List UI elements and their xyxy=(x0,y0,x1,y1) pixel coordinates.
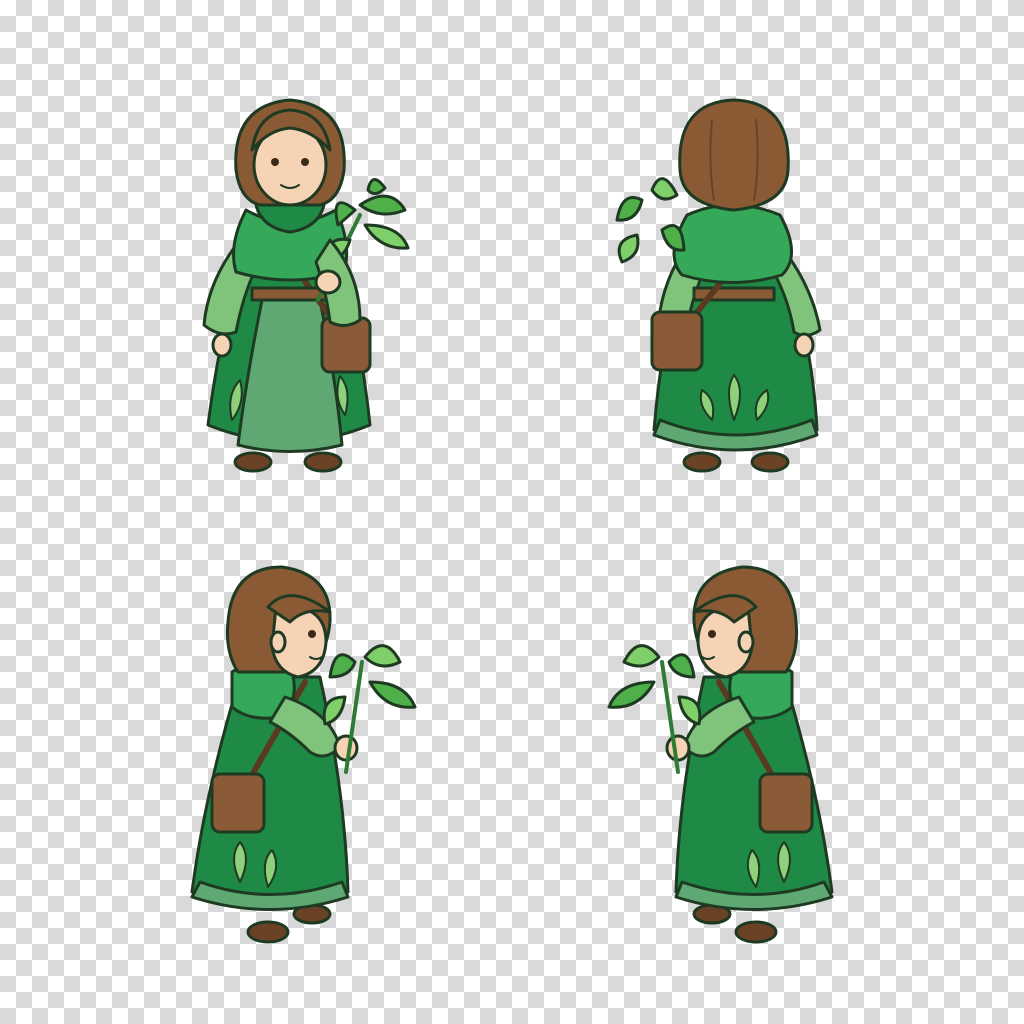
sprite-side-right-view xyxy=(0,512,512,1024)
eye-left xyxy=(271,158,279,166)
hand-front xyxy=(665,734,691,762)
eye xyxy=(308,630,316,638)
hand-right xyxy=(793,332,815,358)
shoulder-bag xyxy=(210,772,266,834)
ear xyxy=(737,630,755,654)
hood-back xyxy=(672,203,793,284)
shoulder-bag xyxy=(650,310,704,372)
sprite-front-view xyxy=(0,0,512,512)
shoe-right xyxy=(750,451,790,473)
sprite-back-view xyxy=(512,0,1024,512)
shoe-back xyxy=(246,920,290,944)
shoe-back xyxy=(734,920,778,944)
sprite-side-left-view xyxy=(512,512,1024,1024)
eye-right xyxy=(301,158,309,166)
shoulder-bag xyxy=(758,772,814,834)
hand-front xyxy=(333,734,359,762)
herb-bundle xyxy=(615,177,686,264)
hand-left xyxy=(211,332,233,358)
hand-right xyxy=(314,269,342,295)
shoe-left xyxy=(682,451,722,473)
ear xyxy=(269,630,287,654)
shoe-left xyxy=(233,451,273,473)
shoe-right xyxy=(303,451,343,473)
hair-back xyxy=(678,98,790,212)
eye xyxy=(708,630,716,638)
